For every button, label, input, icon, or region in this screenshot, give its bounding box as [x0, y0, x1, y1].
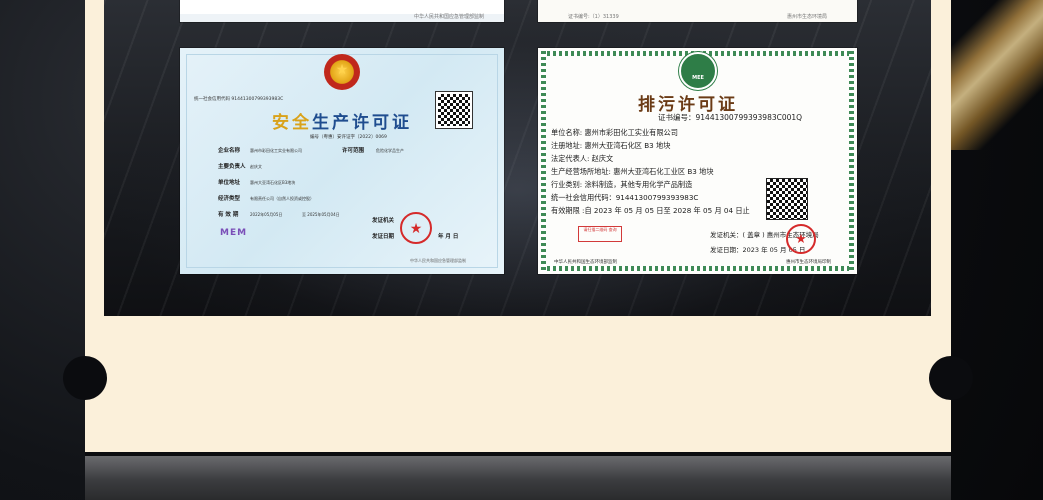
- license-line: 单位名称: 惠州市彩田化工实业有限公司: [551, 128, 678, 137]
- license-line: 行业类别: 涂料制造，其他专用化学产品制造: [551, 180, 693, 189]
- license-footer-right: 惠州市生态环境局印制: [786, 260, 831, 265]
- field-value: 惠州市彩田化工实业有限公司: [250, 148, 302, 153]
- official-seal-icon: ★: [786, 224, 816, 254]
- bottom-bar: [85, 456, 951, 500]
- certificate-top-left: 中华人民共和国应急管理部监制: [180, 0, 504, 22]
- field-value: 有限责任公司（自然人投资或控股）: [250, 196, 314, 201]
- license-number: 编号（粤惠）安许证字〔2022〕0069: [310, 135, 387, 140]
- left-notch: [63, 356, 107, 400]
- qr-code-icon: [767, 179, 807, 219]
- field-label: 企业名称: [218, 148, 241, 154]
- license-line: 法定代表人: 赵庆文: [551, 154, 614, 163]
- valid-until: 至 2025年05月04日: [302, 212, 340, 217]
- cert-footer: 中华人民共和国应急管理部监制: [413, 14, 484, 20]
- field-value: 2022年05月05日: [250, 212, 283, 217]
- official-seal-icon: ★: [400, 212, 432, 244]
- issue-date-value: 年 月 日: [438, 234, 459, 240]
- license-line: 注册地址: 惠州大亚湾石化区 B3 地块: [551, 141, 671, 150]
- field-label: 主要负责人: [218, 164, 246, 170]
- qr-code-icon: [436, 92, 472, 128]
- scope-label: 许可范围: [342, 148, 365, 154]
- field-label: 单位地址: [218, 180, 241, 186]
- license-line: 生产经营场所地址: 惠州大亚湾石化工业区 B3 地块: [551, 167, 714, 176]
- issue-date-label: 发证日期: [372, 234, 395, 240]
- credit-code: 统一社会信用代码 91441300799393983C: [194, 97, 284, 102]
- safety-production-license: ★ 统一社会信用代码 91441300799393983C 安全生产许可证 编号…: [180, 48, 504, 274]
- pollution-discharge-license: MEE 排污许可证 证书编号：91441300799393983C001Q 单位…: [538, 48, 857, 274]
- national-emblem-icon: ★: [324, 54, 360, 90]
- field-value: 赵庆文: [250, 164, 262, 169]
- field-label: 有 效 期: [218, 212, 239, 218]
- license-footer-left: 中华人民共和国生态环境部监制: [554, 260, 617, 265]
- right-notch: [929, 356, 973, 400]
- certificate-top-right: 证书编号:（1）31339 惠州市生态环境局: [538, 0, 857, 22]
- license-title: 安全生产许可证: [272, 113, 412, 133]
- license-line: 有效期限 :自 2023 年 05 月 05 日至 2028 年 05 月 04…: [551, 206, 750, 215]
- field-value: 惠州大亚湾石化区B3地块: [250, 180, 296, 185]
- license-line: 统一社会信用代码：91441300799393983C: [551, 193, 699, 202]
- field-label: 经济类型: [218, 196, 241, 202]
- verification-stamp: 请扫描二维码 查询: [578, 226, 622, 242]
- cert-number: 证书编号:（1）31339: [568, 14, 619, 20]
- gold-ribbon-decoration: [948, 0, 1043, 150]
- cert-footer: 惠州市生态环境局: [786, 14, 827, 20]
- license-footer: 中华人民共和国应急管理部监制: [410, 258, 466, 263]
- scope-value: 危险化学品生产: [376, 148, 404, 153]
- issuer-label: 发证机关: [372, 218, 395, 224]
- cert-number: 证书编号：91441300799393983C001Q: [658, 113, 803, 122]
- page-canvas: 中华人民共和国应急管理部监制 证书编号:（1）31339 惠州市生态环境局 ★ …: [0, 0, 1043, 500]
- mee-logo-icon: MEE: [679, 52, 717, 90]
- mem-logo: MEM: [220, 228, 248, 238]
